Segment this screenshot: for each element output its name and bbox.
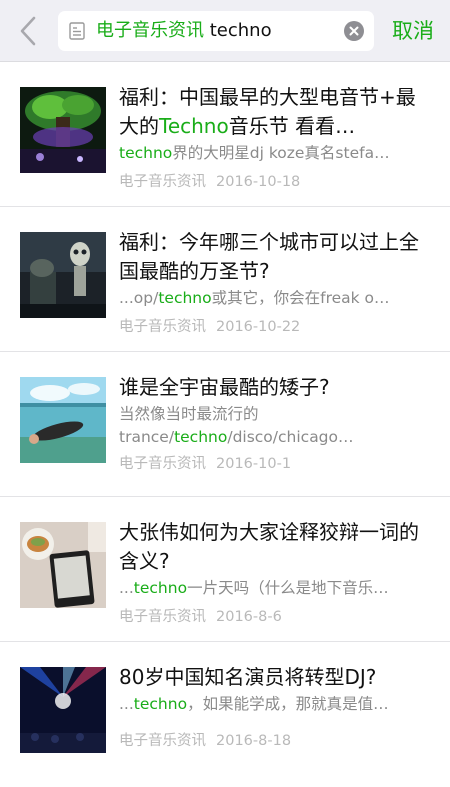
- result-date: 2016-10-22: [216, 319, 301, 335]
- result-date: 2016-8-18: [216, 733, 292, 749]
- result-title: 福利：今年哪三个城市可以过上全国最酷的万圣节?: [119, 230, 419, 283]
- result-item[interactable]: 谁是全宇宙最酷的矮子? 当然像当时最流行的 trance/techno/disc…: [0, 352, 450, 497]
- back-button[interactable]: [14, 12, 46, 50]
- result-snippet: techno界的大明星dj koze真名stefa…: [119, 144, 390, 162]
- search-query-text: 电子音乐资讯 techno: [96, 11, 272, 51]
- result-item[interactable]: 80岁中国知名演员将转型DJ? ...techno，如果能学成，那就真是值… 电…: [0, 642, 450, 787]
- underwater-swimmer-image: [20, 377, 106, 463]
- result-source: 电子音乐资讯: [119, 319, 206, 335]
- result-item[interactable]: 福利：今年哪三个城市可以过上全国最酷的万圣节? ...op/techno或其它，…: [0, 207, 450, 352]
- result-source: 电子音乐资讯: [119, 174, 206, 190]
- result-source: 电子音乐资讯: [119, 456, 206, 472]
- result-title: 谁是全宇宙最酷的矮子?: [119, 375, 330, 399]
- concert-lights-image: [20, 667, 106, 753]
- result-title: 80岁中国知名演员将转型DJ?: [119, 665, 377, 689]
- search-results-list: 福利：中国最早的大型电音节+最大的Techno音乐节 看看… techno界的大…: [0, 62, 450, 787]
- result-snippet: ...techno，如果能学成，那就真是值…: [119, 695, 389, 713]
- result-title: 大张伟如何为大家诠释狡辩一词的含义?: [119, 520, 419, 573]
- result-snippet: trance/techno/disco/chicago…: [119, 428, 354, 446]
- result-date: 2016-8-6: [216, 609, 282, 625]
- festival-stage-image: [20, 87, 106, 173]
- result-snippet: ...op/techno或其它，你会在freak o…: [119, 289, 390, 307]
- ereader-desk-image: [20, 522, 106, 608]
- result-date: 2016-10-18: [216, 174, 301, 190]
- search-account-tag: 电子音乐资讯: [96, 20, 204, 41]
- clear-x-icon: [349, 26, 359, 36]
- search-header: 电子音乐资讯 techno 取消: [0, 0, 450, 62]
- halloween-skeleton-image: [20, 232, 106, 318]
- clear-search-button[interactable]: [344, 21, 364, 41]
- result-meta: 电子音乐资讯 2016-8-6: [119, 605, 431, 626]
- result-snippet: ...techno一片天吗（什么是地下音乐…: [119, 579, 389, 597]
- result-item[interactable]: 福利：中国最早的大型电音节+最大的Techno音乐节 看看… techno界的大…: [0, 62, 450, 207]
- result-meta: 电子音乐资讯 2016-10-18: [119, 170, 431, 191]
- article-doc-icon: [69, 22, 85, 40]
- result-meta: 电子音乐资讯 2016-10-22: [119, 315, 431, 336]
- result-meta: 电子音乐资讯 2016-8-18: [119, 729, 431, 750]
- cancel-button[interactable]: 取消: [392, 11, 434, 51]
- result-snippet-line1: 当然像当时最流行的: [119, 405, 259, 423]
- result-title: 福利：中国最早的大型电音节+最大的Techno音乐节 看看…: [119, 85, 416, 138]
- result-item[interactable]: 大张伟如何为大家诠释狡辩一词的含义? ...techno一片天吗（什么是地下音乐…: [0, 497, 450, 642]
- search-input[interactable]: 电子音乐资讯 techno: [58, 11, 374, 51]
- result-date: 2016-10-1: [216, 456, 292, 472]
- result-meta: 电子音乐资讯 2016-10-1: [119, 452, 431, 473]
- result-source: 电子音乐资讯: [119, 733, 206, 749]
- result-source: 电子音乐资讯: [119, 609, 206, 625]
- search-query: techno: [209, 20, 272, 41]
- chevron-left-icon: [20, 16, 36, 46]
